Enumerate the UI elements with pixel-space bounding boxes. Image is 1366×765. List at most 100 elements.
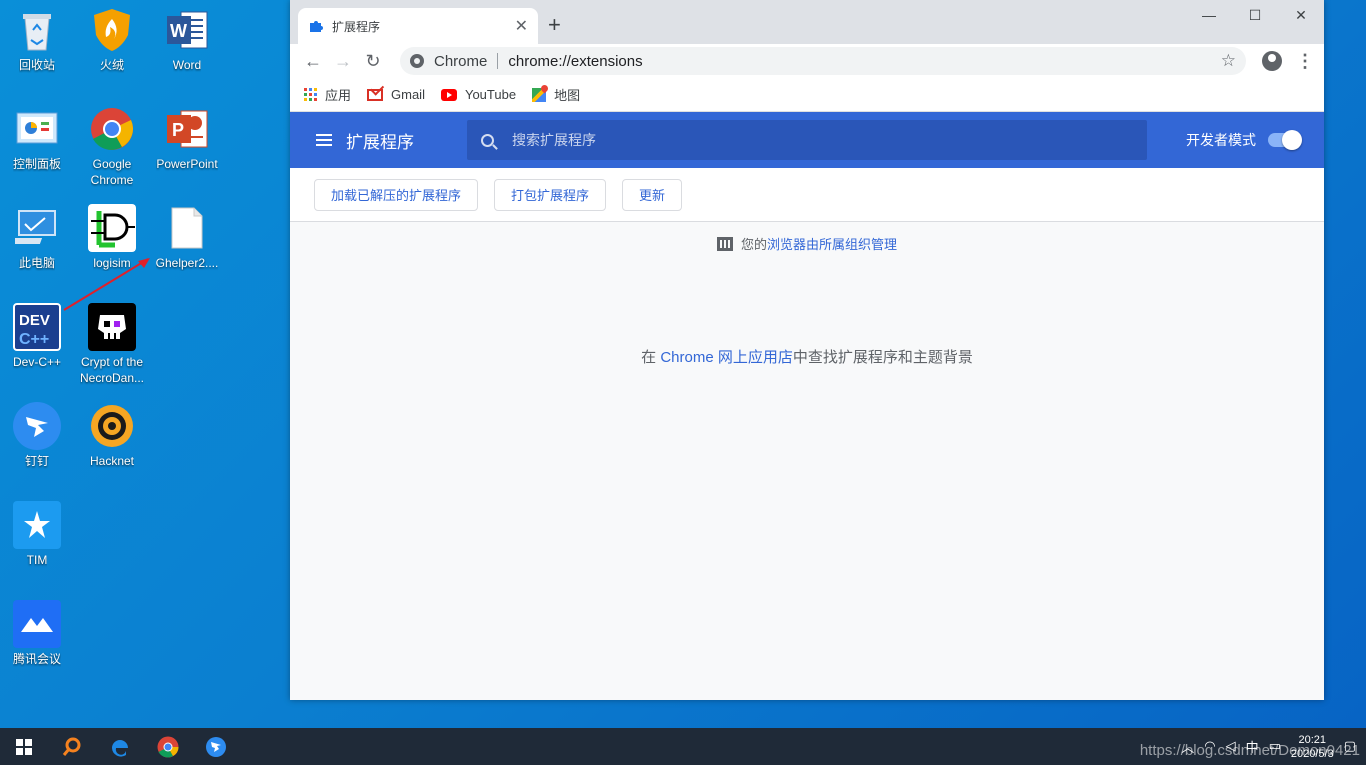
desktop-icon-recycle-bin[interactable]: 回收站 [0, 6, 74, 73]
desktop-icon-google-chrome[interactable]: Google Chrome [75, 105, 149, 188]
desktop-icon-label: Ghelper2.... [155, 256, 219, 270]
tab-strip: 扩展程序 ✕ + — ☐ ✕ [290, 0, 1324, 44]
bookmark-apps[interactable]: 应用 [304, 85, 351, 104]
bookmark-label: 应用 [325, 88, 352, 103]
url-text[interactable]: chrome://extensions [508, 53, 1220, 70]
bookmark-maps[interactable]: 地图 [532, 85, 580, 104]
maximize-button[interactable]: ☐ [1232, 0, 1278, 30]
svg-text:P: P [172, 120, 184, 140]
desktop-icon-huorong[interactable]: 火绒 [75, 6, 149, 73]
puzzle-icon [310, 21, 323, 32]
minimize-button[interactable]: — [1186, 0, 1232, 30]
building-icon [716, 236, 733, 251]
desktop-icon-control-panel[interactable]: 控制面板 [0, 105, 74, 172]
bookmark-gmail[interactable]: Gmail [367, 87, 425, 102]
tencent-meeting-icon [13, 600, 61, 648]
search-extensions-input[interactable]: 搜索扩展程序 [467, 120, 1147, 160]
bookmark-youtube[interactable]: YouTube [440, 87, 517, 102]
desktop-icon-label: 钉钉 [24, 454, 49, 468]
back-button[interactable]: ← [298, 46, 328, 76]
store-suffix: 中查找扩展程序和主题背景 [792, 349, 973, 366]
developer-mode-label: 开发者模式 [1186, 132, 1256, 148]
windows-logo-icon [16, 738, 32, 755]
close-window-button[interactable]: ✕ [1278, 0, 1324, 30]
taskbar-search[interactable] [48, 728, 96, 765]
tab-extensions[interactable]: 扩展程序 ✕ [298, 8, 538, 44]
menu-kebab-icon[interactable]: ⋮ [1296, 51, 1314, 72]
omnibox-chip: Chrome [434, 52, 488, 70]
desktop-icon-label: Word [172, 58, 202, 72]
forward-button[interactable]: → [328, 46, 358, 76]
desktop-icon-word[interactable]: W Word [150, 6, 224, 73]
desktop-icon-label: 此电脑 [18, 256, 55, 270]
close-tab-icon[interactable]: ✕ [515, 16, 528, 36]
profile-avatar-icon[interactable] [1262, 51, 1282, 71]
bookmark-label: Gmail [391, 87, 425, 102]
youtube-icon [440, 88, 457, 101]
managed-notice: 您的浏览器由所属组织管理 [290, 234, 1324, 253]
managed-link[interactable]: 浏览器由所属组织管理 [767, 237, 897, 252]
apps-grid-icon [304, 88, 317, 101]
developer-mode-toggle[interactable] [1268, 130, 1302, 150]
gmail-icon [367, 88, 384, 101]
control-panel-icon [13, 105, 61, 153]
bookmark-star-icon[interactable]: ☆ [1221, 51, 1236, 71]
devcpp-icon: DEV C++ [13, 303, 61, 351]
search-icon [481, 133, 494, 147]
start-button[interactable] [0, 728, 48, 765]
toolbar-right: ⋮ [1262, 51, 1314, 72]
update-button[interactable]: 更新 [622, 178, 683, 211]
taskbar: ︿ ◠ ◁ 中 ▭ 20:21 2020/5/3 ▢ https://blog.… [0, 728, 1366, 765]
hamburger-menu-icon[interactable] [316, 134, 332, 146]
tab-title: 扩展程序 [332, 19, 381, 34]
taskbar-dingtalk[interactable] [192, 728, 240, 765]
omnibox-separator [497, 53, 499, 69]
desktop-icon-label: Crypt of the NecroDan... [79, 355, 145, 385]
managed-prefix: 您的 [740, 237, 767, 252]
desktop-icon-tim[interactable]: TIM [0, 501, 74, 568]
chrome-icon [88, 105, 136, 153]
desktop-icon-label: 腾讯会议 [12, 652, 61, 666]
chrome-window: 扩展程序 ✕ + — ☐ ✕ ← → ↻ Chrome chrome://ext… [290, 0, 1324, 700]
web-store-link[interactable]: Chrome 网上应用店 [660, 349, 793, 366]
extensions-header: 扩展程序 搜索扩展程序 开发者模式 [290, 112, 1324, 168]
desktop-icon-label: Hacknet [89, 454, 135, 468]
svg-text:C++: C++ [19, 331, 49, 348]
page-title: 扩展程序 [346, 132, 414, 152]
powerpoint-icon: P [163, 105, 211, 153]
desktop-icon-ghelper[interactable]: Ghelper2.... [150, 204, 224, 271]
chrome-page-icon [410, 54, 424, 68]
desktop-icon-label: 回收站 [18, 58, 55, 72]
taskbar-edge[interactable] [96, 728, 144, 765]
address-bar[interactable]: Chrome chrome://extensions ☆ [400, 47, 1246, 75]
desktop-icon-tencent-meeting[interactable]: 腾讯会议 [0, 600, 74, 667]
search-icon [62, 737, 81, 756]
load-unpacked-button[interactable]: 加载已解压的扩展程序 [314, 178, 479, 211]
bookmarks-bar: 应用 Gmail YouTube 地图 [290, 78, 1324, 112]
desktop-icon-label: 控制面板 [12, 157, 61, 171]
word-icon: W [163, 6, 211, 54]
bookmark-label: YouTube [464, 87, 517, 102]
tim-icon [13, 501, 61, 549]
this-pc-icon [13, 204, 61, 252]
maps-icon [532, 87, 547, 102]
bookmark-label: 地图 [554, 88, 581, 103]
watermark: https://blog.csdn.net/Demon0421 [1139, 742, 1360, 759]
taskbar-chrome[interactable] [144, 728, 192, 765]
dingtalk-icon [13, 402, 61, 450]
desktop-icon-label: TIM [26, 553, 48, 567]
svg-text:W: W [170, 21, 187, 41]
desktop-icon-hacknet[interactable]: Hacknet [75, 402, 149, 469]
pack-extension-button[interactable]: 打包扩展程序 [494, 178, 607, 211]
desktop-icon-label: 火绒 [99, 58, 124, 72]
new-tab-button[interactable]: + [548, 12, 561, 38]
recycle-bin-icon [13, 6, 61, 54]
desktop-icon-crypt-necrodancer[interactable]: Crypt of the NecroDan... [75, 303, 149, 386]
chrome-icon [157, 736, 179, 757]
desktop-icon-dingtalk[interactable]: 钉钉 [0, 402, 74, 469]
reload-button[interactable]: ↻ [358, 46, 388, 76]
desktop-icon-label: Google Chrome [90, 157, 134, 187]
desktop-icon-label: PowerPoint [156, 157, 218, 171]
developer-action-bar: 加载已解压的扩展程序 打包扩展程序 更新 [290, 168, 1324, 222]
desktop-icon-powerpoint[interactable]: P PowerPoint [150, 105, 224, 172]
